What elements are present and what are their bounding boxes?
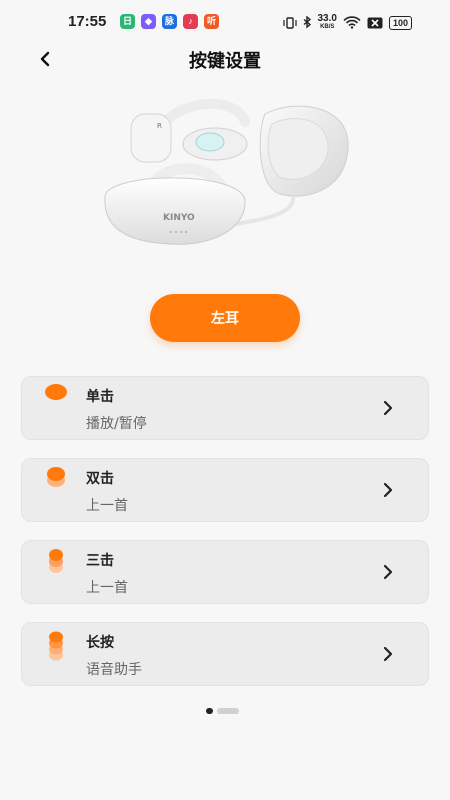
action-value: 上一首: [86, 498, 128, 514]
action-title: 单击: [86, 389, 114, 405]
long-press-icon: [49, 631, 63, 661]
vibrate-icon: [282, 16, 297, 29]
calendar-notif-icon: 日: [120, 14, 135, 29]
svg-text:R: R: [157, 122, 162, 130]
page-indicator: [206, 708, 239, 714]
network-speed-value: 33.0: [317, 13, 337, 24]
earbuds-product-image: R KINYO: [104, 98, 349, 245]
action-value: 播放/暂停: [86, 416, 147, 432]
battery-indicator: 100: [388, 15, 412, 30]
page-dot[interactable]: [217, 708, 239, 714]
status-bar: 17:55 日 ◆ 脉 ♪ 听 33.0 KB/S 100: [0, 0, 450, 42]
single-tap-icon: [45, 384, 67, 400]
news-notif-icon: 脉: [162, 14, 177, 29]
chevron-right-icon: [383, 400, 393, 416]
page-dot-active[interactable]: [206, 708, 213, 714]
listen-notif-icon: 听: [204, 14, 219, 29]
header: 按键设置: [0, 42, 450, 78]
double-tap-icon: [47, 467, 65, 487]
action-value: 语音助手: [86, 662, 142, 678]
brand-print: KINYO: [163, 213, 195, 223]
triple-tap-icon: [49, 549, 63, 573]
app-notif-icon: ◆: [141, 14, 156, 29]
action-title: 三击: [86, 553, 114, 569]
action-card-double-tap[interactable]: 双击 上一首: [21, 458, 429, 522]
action-title: 双击: [86, 471, 114, 487]
notification-icons: 日 ◆ 脉 ♪ 听: [120, 14, 219, 29]
page-title: 按键设置: [189, 51, 261, 72]
action-card-long-press[interactable]: 长按 语音助手: [21, 622, 429, 686]
action-card-triple-tap[interactable]: 三击 上一首: [21, 540, 429, 604]
wifi-icon: [343, 16, 361, 29]
left-ear-button[interactable]: 左耳: [150, 294, 300, 342]
no-sim-icon: [367, 17, 383, 28]
network-speed: 33.0 KB/S: [318, 14, 337, 31]
network-speed-unit: KB/S: [320, 24, 335, 30]
music-notif-icon: ♪: [183, 14, 198, 29]
action-card-single-tap[interactable]: 单击 播放/暂停: [21, 376, 429, 440]
system-icons: 33.0 KB/S 100: [282, 14, 412, 31]
chevron-right-icon: [383, 564, 393, 580]
bluetooth-icon: [303, 16, 311, 29]
action-title: 长按: [86, 635, 114, 651]
chevron-right-icon: [383, 482, 393, 498]
chevron-right-icon: [383, 646, 393, 662]
action-value: 上一首: [86, 580, 128, 596]
status-time: 17:55: [68, 13, 107, 30]
